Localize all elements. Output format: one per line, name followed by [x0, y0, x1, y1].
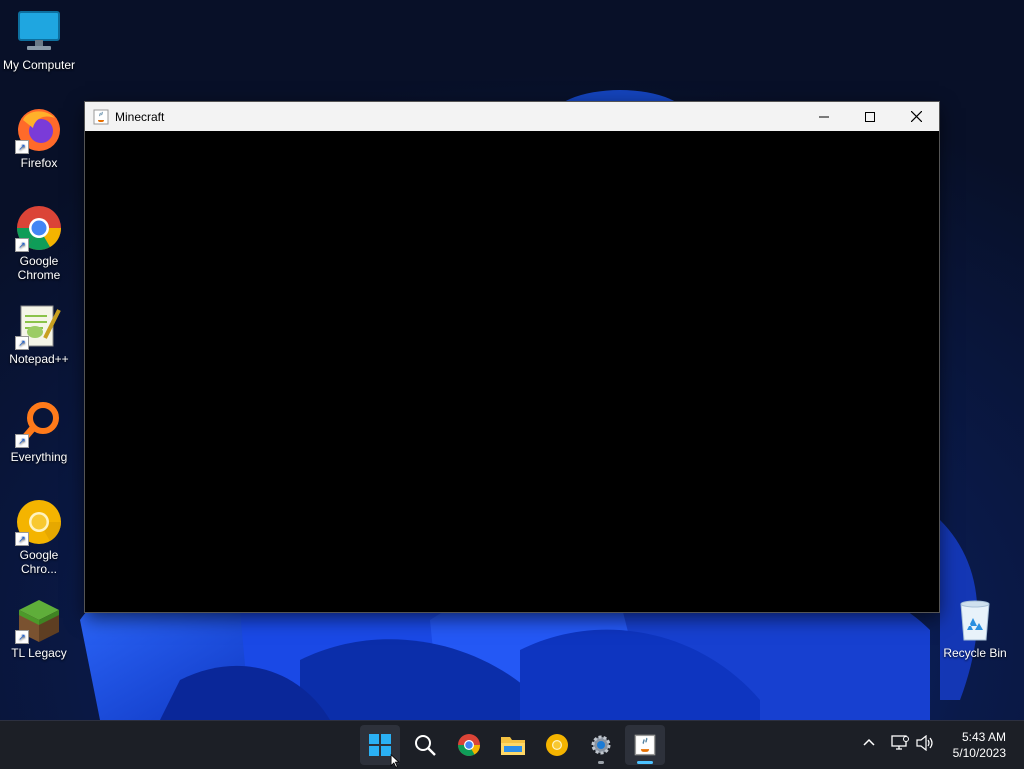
monitor-icon: [15, 8, 63, 56]
desktop-icon-label: Google Chro...: [19, 548, 59, 576]
chevron-up-icon: [863, 738, 875, 746]
network-status[interactable]: [891, 735, 909, 756]
desktop-icon-recycle-bin[interactable]: Recycle Bin: [937, 596, 1013, 660]
desktop-icon-google-chrome[interactable]: ↗ Google Chrome: [1, 204, 77, 282]
volume-control[interactable]: [916, 734, 934, 756]
file-explorer-icon: [501, 737, 525, 755]
taskbar-search-button[interactable]: [405, 725, 445, 765]
window-title: Minecraft: [115, 109, 165, 124]
shortcut-arrow-icon: ↗: [15, 532, 29, 546]
shortcut-arrow-icon: ↗: [15, 630, 29, 644]
firefox-icon: ↗: [15, 106, 63, 154]
shortcut-arrow-icon: ↗: [15, 238, 29, 252]
network-icon: [891, 735, 909, 750]
search-icon: [415, 735, 436, 756]
show-hidden-icons-button[interactable]: [862, 735, 876, 754]
taskbar-chrome-canary-button[interactable]: [537, 725, 577, 765]
minimize-icon: [819, 116, 829, 117]
taskbar-java-button[interactable]: [625, 725, 665, 765]
java-icon: [93, 109, 109, 125]
java-icon: [634, 734, 656, 756]
desktop-icon-tl-legacy[interactable]: ↗ TL Legacy: [1, 596, 77, 660]
mouse-cursor-icon: [390, 754, 400, 768]
shortcut-arrow-icon: ↗: [15, 140, 29, 154]
window-content-area[interactable]: [85, 131, 939, 612]
notepadpp-icon: ↗: [15, 302, 63, 350]
desktop-icon-label: Firefox: [20, 156, 58, 170]
minecraft-window[interactable]: Minecraft: [85, 102, 939, 612]
recycle-bin-icon: [951, 596, 999, 644]
window-titlebar[interactable]: Minecraft: [85, 102, 939, 131]
desktop-icon-label: My Computer: [2, 58, 76, 72]
close-icon: [910, 111, 922, 122]
desktop-icon-label: Recycle Bin: [943, 646, 1007, 660]
settings-icon: [591, 735, 611, 755]
desktop-icon-label: TL Legacy: [11, 646, 67, 660]
system-clock[interactable]: 5:43 AM 5/10/2023: [953, 729, 1006, 761]
taskbar: 5:43 AM 5/10/2023: [0, 720, 1024, 769]
minecraft-grass-icon: ↗: [15, 596, 63, 644]
volume-icon: [916, 734, 933, 752]
clock-time: 5:43 AM: [961, 730, 1006, 744]
taskbar-chrome-button[interactable]: [449, 725, 489, 765]
maximize-button[interactable]: [847, 102, 893, 131]
desktop-icon-my-computer[interactable]: My Computer: [1, 8, 77, 72]
desktop-icon-notepadpp[interactable]: ↗ Notepad++: [1, 302, 77, 366]
chrome-canary-icon: ↗: [15, 498, 63, 546]
close-button[interactable]: [893, 102, 939, 131]
desktop-icon-everything[interactable]: ↗ Everything: [1, 400, 77, 464]
shortcut-arrow-icon: ↗: [15, 336, 29, 350]
chrome-icon: ↗: [15, 204, 63, 252]
everything-icon: ↗: [15, 400, 63, 448]
maximize-icon: [865, 111, 875, 122]
desktop-icon-label: Google Chrome: [17, 254, 61, 282]
taskbar-settings-button[interactable]: [581, 725, 621, 765]
minimize-button[interactable]: [801, 102, 847, 131]
active-indicator: [637, 761, 653, 764]
desktop-icon-firefox[interactable]: ↗ Firefox: [1, 106, 77, 170]
clock-date: 5/10/2023: [952, 746, 1006, 760]
desktop-icon-label: Everything: [10, 450, 68, 464]
running-indicator: [598, 761, 604, 764]
chrome-icon: [458, 734, 480, 756]
taskbar-file-explorer-button[interactable]: [493, 725, 533, 765]
desktop-icon-label: Notepad++: [9, 352, 69, 366]
shortcut-arrow-icon: ↗: [15, 434, 29, 448]
chrome-canary-icon: [546, 734, 568, 756]
desktop-icon-google-chrome-canary[interactable]: ↗ Google Chro...: [1, 498, 77, 576]
